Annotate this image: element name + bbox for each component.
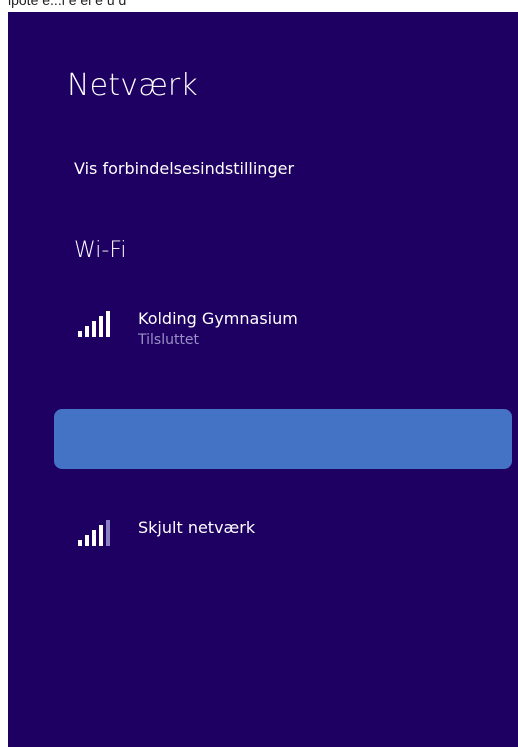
wifi-signal-icon [78, 520, 110, 546]
network-panel: Netværk Vis forbindelsesindstillinger Wi… [8, 12, 518, 747]
panel-title: Netværk [67, 68, 198, 103]
top-clipped-strip: ipote e...l e el e u d [0, 0, 518, 12]
wifi-signal-icon [78, 311, 110, 337]
network-status: Tilsluttet [138, 332, 200, 348]
connect-button[interactable] [54, 409, 512, 469]
wifi-section-heading: Wi-Fi [74, 238, 127, 263]
network-name: Kolding Gymnasium [138, 309, 298, 328]
network-item-kolding-gymnasium[interactable]: Kolding Gymnasium Tilsluttet [78, 309, 498, 359]
network-name: Skjult netværk [138, 518, 256, 537]
connection-settings-link[interactable]: Vis forbindelsesindstillinger [74, 159, 294, 178]
clipped-text: ipote e...l e el e u d [8, 0, 127, 8]
network-item-hidden[interactable]: Skjult netværk [78, 518, 498, 568]
